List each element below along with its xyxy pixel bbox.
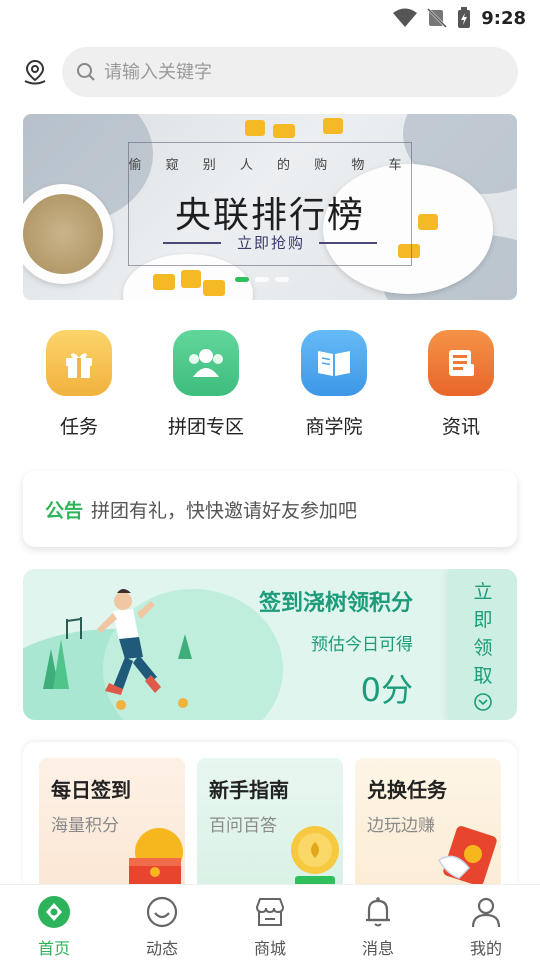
gift-icon (46, 330, 112, 396)
task-title: 新手指南 (209, 778, 289, 802)
bell-icon (366, 897, 390, 927)
notice-tag: 公告 (45, 499, 84, 522)
group-icon (173, 330, 239, 396)
banner-divider (319, 242, 377, 244)
claim-char: 取 (473, 664, 493, 687)
wifi-icon (393, 8, 418, 27)
nav-item-home[interactable]: 首页 (0, 885, 108, 960)
checkin-subtitle: 预估今日可得 (311, 635, 413, 655)
banner-mango (245, 120, 265, 136)
banner-dot[interactable] (275, 277, 289, 282)
banner-dot[interactable] (255, 277, 269, 282)
banner-title: 央联排行榜 (174, 195, 365, 236)
no-signal-icon (427, 8, 448, 28)
banner-mango (273, 124, 295, 138)
nav-label: 我的 (469, 939, 502, 958)
banner-pagination[interactable] (235, 277, 289, 282)
nav-item-messages[interactable]: 消息 (324, 885, 432, 960)
bottom-nav: 首页 动态 商城 消息 我的 (0, 884, 540, 960)
banner-mango (181, 270, 201, 288)
battery-charging-icon (458, 7, 471, 28)
nav-item-store[interactable]: 商城 (216, 885, 324, 960)
smile-icon (146, 896, 178, 928)
task-section: 每日签到 海量积分 新手指南 百问百答 兑换任务 边玩边赚 (23, 742, 517, 902)
chevron-down-circle-icon (474, 692, 492, 711)
task-card-beginner-guide[interactable]: 新手指南 百问百答 (197, 758, 343, 898)
quick-item-business-school[interactable]: 商学院 (279, 330, 389, 439)
banner-divider (163, 242, 221, 244)
banner-mango (323, 118, 343, 134)
task-card-daily-checkin[interactable]: 每日签到 海量积分 (39, 758, 185, 898)
quick-item-group-buy[interactable]: 拼团专区 (151, 330, 261, 439)
search-box[interactable] (62, 47, 518, 97)
banner-buy-button[interactable]: 立即抢购 (221, 232, 321, 253)
search-icon (77, 63, 95, 81)
promo-banner[interactable]: 偷 窥 别 人 的 购 物 车 央联排行榜 立即抢购 (23, 114, 517, 300)
nav-label: 消息 (361, 939, 394, 958)
notice-text: 拼团有礼，快快邀请好友参加吧 (91, 499, 358, 522)
quick-menu: 任务 拼团专区 商学院 资讯 (0, 330, 540, 440)
quick-item-label: 任务 (59, 416, 98, 438)
quick-item-label: 资讯 (441, 416, 480, 438)
claim-char: 即 (473, 608, 493, 631)
claim-now-button[interactable]: 立 即 领 取 (449, 569, 517, 720)
claim-char: 领 (473, 636, 493, 659)
banner-dot[interactable] (235, 277, 249, 282)
news-icon (428, 330, 494, 396)
nav-label: 商城 (253, 939, 286, 958)
red-envelope-icon (437, 826, 497, 886)
nav-label: 首页 (37, 939, 70, 958)
quick-item-task[interactable]: 任务 (24, 330, 134, 439)
checkin-card[interactable]: 签到浇树领积分 预估今日可得 0分 立 即 领 取 (23, 569, 517, 720)
status-bar: 9:28 (0, 0, 540, 36)
nav-item-profile[interactable]: 我的 (432, 885, 540, 960)
checkin-title: 签到浇树领积分 (258, 591, 413, 616)
task-title: 每日签到 (51, 778, 131, 802)
home-icon (38, 896, 70, 928)
quick-item-label: 商学院 (305, 416, 363, 438)
quick-item-label: 拼团专区 (167, 416, 244, 438)
search-row (22, 47, 518, 97)
task-card-exchange[interactable]: 兑换任务 边玩边赚 (355, 758, 501, 898)
user-icon (471, 897, 501, 928)
book-icon (301, 330, 367, 396)
nav-item-moments[interactable]: 动态 (108, 885, 216, 960)
search-input[interactable] (104, 61, 464, 83)
nav-label: 动态 (145, 939, 178, 958)
banner-subtitle: 偷 窥 别 人 的 购 物 车 (128, 158, 412, 173)
quick-item-news[interactable]: 资讯 (406, 330, 516, 439)
treasure-chest-icon (129, 828, 183, 888)
store-icon (255, 898, 285, 926)
task-title: 兑换任务 (367, 778, 447, 802)
banner-mango (153, 274, 175, 290)
checkin-points: 0分 (360, 671, 413, 709)
runner-illustration (43, 589, 192, 710)
gold-coin-icon (291, 826, 339, 888)
notice-bar[interactable]: 公告 拼团有礼，快快邀请好友参加吧 (23, 471, 517, 547)
claim-char: 立 (473, 580, 493, 603)
banner-mango (203, 280, 225, 296)
location-icon[interactable] (22, 59, 48, 85)
status-time: 9:28 (481, 7, 526, 29)
